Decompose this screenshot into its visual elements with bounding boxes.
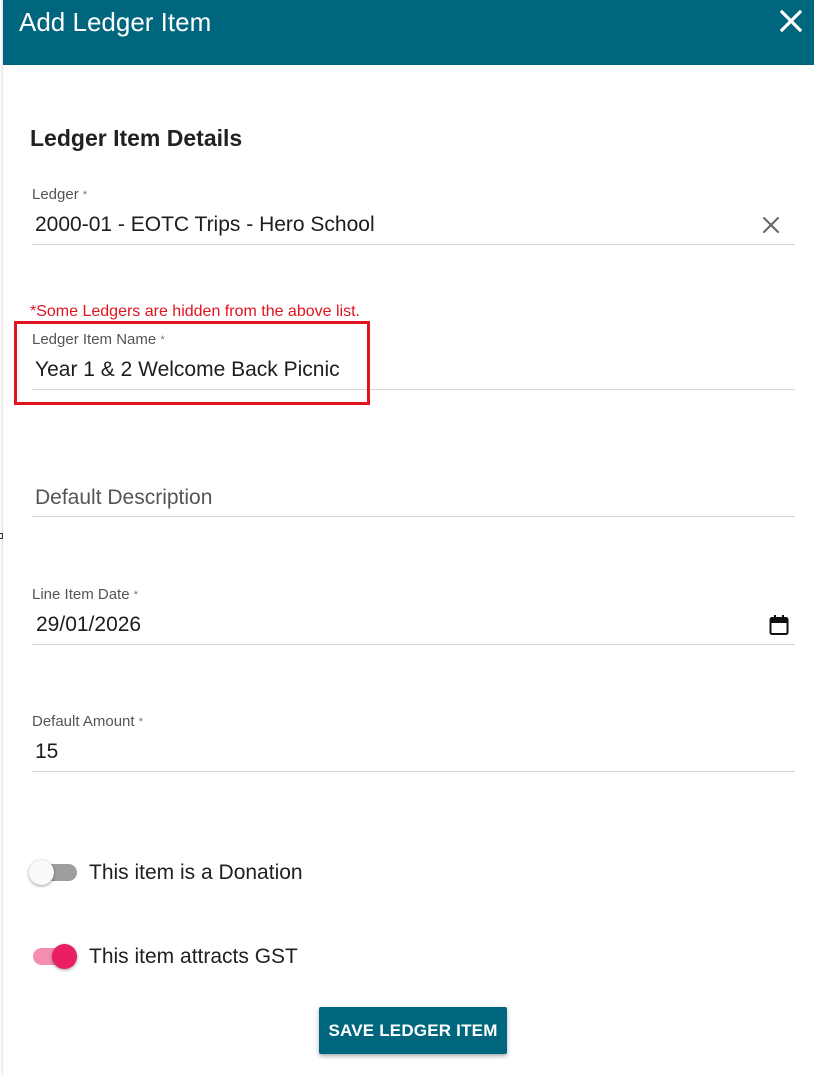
close-icon — [779, 9, 803, 33]
gst-toggle[interactable] — [29, 942, 79, 972]
amount-label: Default Amount * — [32, 713, 143, 731]
required-mark: * — [138, 716, 144, 728]
required-mark: * — [133, 589, 139, 601]
gst-toggle-row: This item attracts GST — [29, 942, 429, 972]
calendar-icon — [769, 615, 789, 635]
required-mark: * — [82, 189, 88, 201]
item-name-label: Ledger Item Name * — [32, 331, 165, 349]
section-title: Ledger Item Details — [30, 125, 243, 151]
date-label-text: Line Item Date — [32, 586, 130, 603]
description-field[interactable]: Default Description — [32, 472, 795, 517]
toggle-knob — [29, 860, 54, 885]
calendar-button[interactable] — [769, 614, 789, 636]
amount-value: 15 — [35, 740, 59, 763]
ledger-label: Ledger * — [32, 186, 87, 204]
date-value: 29/01/2026 — [36, 613, 142, 636]
clear-icon — [763, 217, 779, 233]
ledger-value: 2000-01 - EOTC Trips - Hero School — [35, 213, 375, 236]
donation-toggle-label: This item is a Donation — [89, 861, 303, 884]
donation-toggle-row: This item is a Donation — [29, 858, 429, 888]
toggle-knob — [52, 944, 77, 969]
description-placeholder: Default Description — [35, 486, 213, 509]
clear-ledger-button[interactable] — [761, 215, 781, 235]
save-ledger-item-button[interactable]: SAVE LEDGER ITEM — [319, 1007, 507, 1054]
add-ledger-item-dialog: Add Ledger Item Ledger Item Details Ledg… — [3, 0, 814, 1075]
required-mark: * — [160, 334, 165, 346]
dialog-title: Add Ledger Item — [19, 7, 212, 37]
date-label: Line Item Date * — [32, 586, 138, 604]
amount-field[interactable]: Default Amount * 15 — [32, 711, 795, 772]
gst-toggle-label: This item attracts GST — [89, 945, 298, 968]
item-name-field[interactable]: Ledger Item Name * Year 1 & 2 Welcome Ba… — [32, 329, 795, 390]
item-name-label-text: Ledger Item Name — [32, 331, 157, 348]
item-name-value: Year 1 & 2 Welcome Back Picnic — [35, 358, 340, 381]
dialog-header: Add Ledger Item — [3, 0, 814, 65]
close-button[interactable] — [778, 8, 804, 34]
ledger-label-text: Ledger — [32, 186, 79, 203]
donation-toggle[interactable] — [29, 858, 79, 888]
date-field[interactable]: Line Item Date * 29/01/2026 — [32, 584, 795, 645]
ledger-select[interactable]: Ledger * 2000-01 - EOTC Trips - Hero Sch… — [32, 184, 795, 245]
hidden-ledgers-hint: *Some Ledgers are hidden from the above … — [30, 303, 360, 320]
amount-label-text: Default Amount — [32, 713, 135, 730]
